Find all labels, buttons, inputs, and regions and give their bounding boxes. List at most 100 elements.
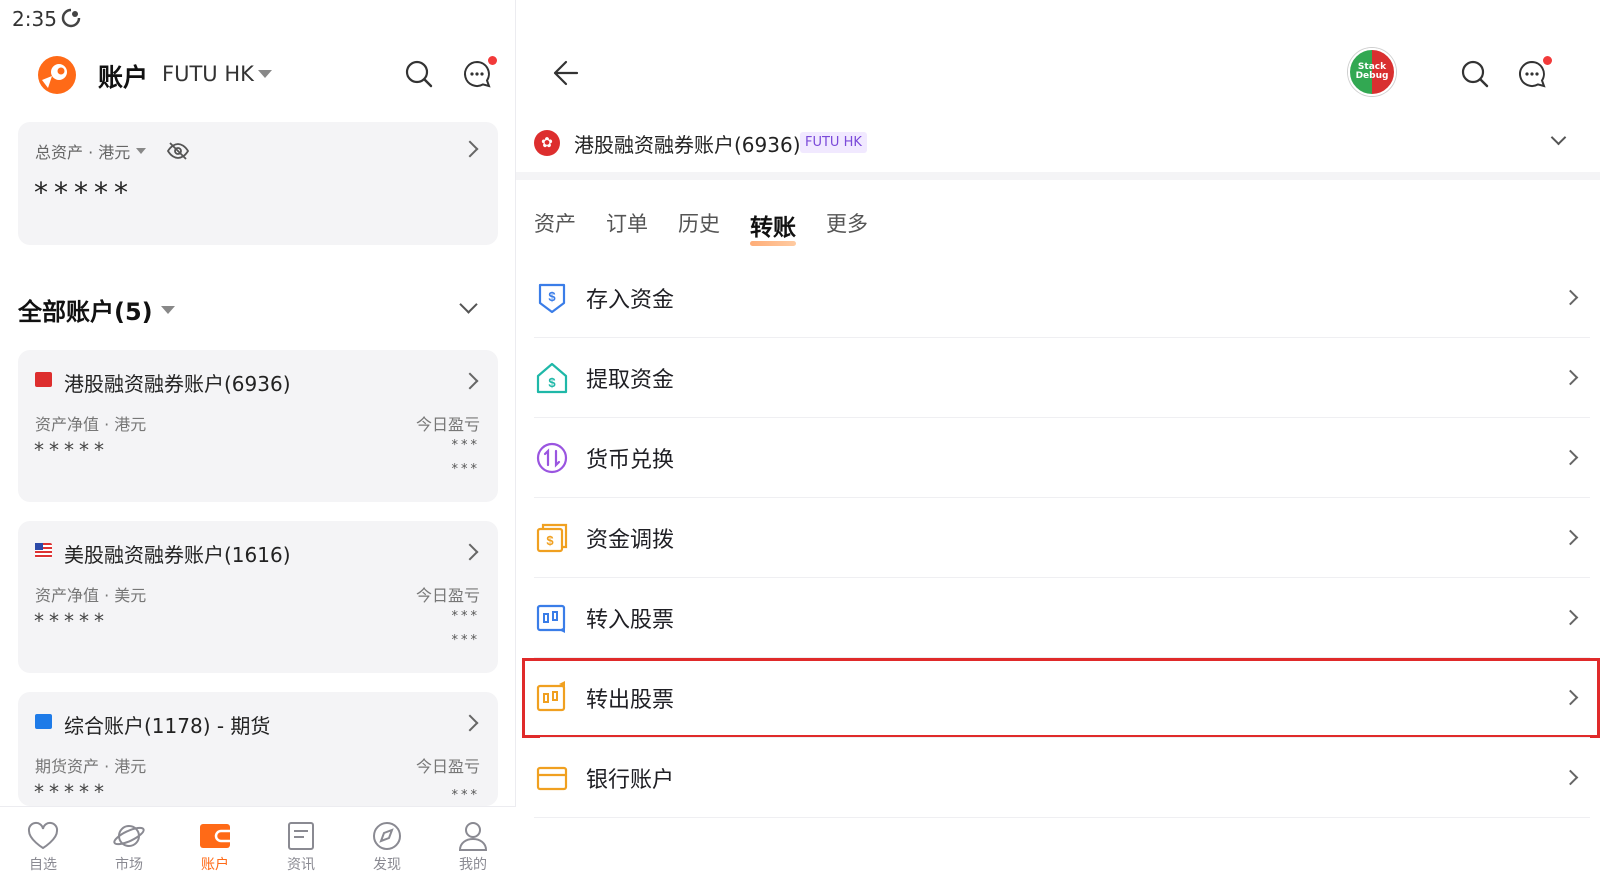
hide-eye-icon[interactable] [166,141,190,161]
menu-label: 银行账户 [586,768,675,793]
menu-label: 转出股票 [586,688,675,713]
menu-withdraw[interactable]: $ 提取资金 [516,338,1600,418]
today-pnl-label: 今日盈亏 [415,757,480,776]
compass-icon [373,822,401,850]
chevron-right-icon [1562,529,1579,546]
futures-assets-label: 期货资产 · 港元 [35,757,147,776]
chevron-right-icon [461,140,479,158]
account-card-hk[interactable]: 港股融资融券账户(6936) 资产净值 · 港元 今日盈亏 ***** *** … [18,350,498,502]
tab-history[interactable]: 历史 [678,208,720,250]
caret-down-icon [257,70,272,78]
nav-discover[interactable]: 发现 [344,807,430,896]
stack-debug-badge-icon[interactable]: Stack Debug [1348,48,1396,96]
search-button[interactable] [1457,56,1493,92]
heart-icon [27,821,59,850]
chevron-right-icon [1562,689,1579,706]
nav-markets[interactable]: 市场 [86,807,172,896]
tab-more[interactable]: 更多 [826,208,868,250]
today-pnl-value: *** [451,438,480,453]
search-button[interactable] [401,56,437,92]
nav-label: 发现 [373,857,401,873]
deposit-icon: $ [534,280,570,316]
transfer-in-icon [534,600,570,636]
messages-button[interactable] [459,56,497,92]
account-title: 港股融资融券账户(6936) [574,133,801,157]
account-card-us[interactable]: 美股融资融券账户(1616) 资产净值 · 美元 今日盈亏 ***** *** … [18,521,498,673]
menu-fund-transfer[interactable]: $ 资金调拨 [516,498,1600,578]
back-button[interactable] [548,56,580,92]
broker-tag: FUTU HK [800,132,867,153]
hk-flag-icon: ✿ [534,130,560,156]
nav-label: 市场 [115,857,143,873]
caret-down-icon [160,305,175,314]
chevron-right-icon [1562,449,1579,466]
menu-deposit[interactable]: $ 存入资金 [516,258,1600,338]
account-name: 港股融资融券账户(6936) [64,372,291,396]
broker-selector[interactable]: FUTU HK [162,62,272,86]
nav-account[interactable]: 账户 [172,807,258,896]
menu-label: 提取资金 [586,368,675,393]
today-pnl-ratio: *** [451,633,480,648]
tab-assets[interactable]: 资产 [534,208,576,250]
account-list-pane: 2:35 账户 FUTU HK 总资产 · 港元 ***** 全部账户(5) 港… [0,0,516,896]
planet-icon [113,825,145,847]
menu-transfer-in-stock[interactable]: 转入股票 [516,578,1600,658]
messages-button[interactable] [1514,56,1552,92]
search-icon [405,60,433,88]
chevron-down-icon [1550,129,1567,146]
transfer-out-icon [534,680,570,716]
transfer-detail-pane: Stack Debug ✿ 港股融资融券账户(6936) FUTU HK 资产 订… [516,0,1600,896]
menu-label: 存入资金 [586,288,675,313]
all-accounts-header[interactable]: 全部账户(5) [18,292,175,327]
section-divider [516,172,1600,180]
chevron-right-icon [1562,289,1579,306]
hk-flag-icon [35,372,52,387]
nav-me[interactable]: 我的 [430,807,516,896]
account-card-futures[interactable]: 综合账户(1178) - 期货 期货资产 · 港元 今日盈亏 ***** *** [18,692,498,806]
total-assets-card[interactable]: 总资产 · 港元 ***** [18,122,498,245]
net-assets-label: 资产净值 · 美元 [35,586,147,605]
user-icon [458,822,488,851]
tab-transfer[interactable]: 转账 [750,208,796,250]
chat-icon [1519,60,1546,88]
menu-label: 转入股票 [586,608,675,633]
chevron-right-icon [1562,769,1579,786]
nav-watchlist[interactable]: 自选 [0,807,86,896]
menu-label: 资金调拨 [586,528,675,553]
svg-text:$: $ [548,289,556,304]
net-assets-value: ***** [34,609,109,633]
today-pnl-value: *** [451,788,480,803]
wallet-icon [200,824,230,848]
news-icon [288,822,314,850]
menu-transfer-out-stock[interactable]: 转出股票 [522,658,1600,738]
page-title: 账户 [98,63,149,92]
net-assets-value: ***** [34,438,109,462]
exchange-icon [534,440,570,476]
chevron-right-icon [461,714,479,732]
us-flag-icon [35,543,52,558]
sync-status-icon [60,7,82,33]
unread-dot [1543,56,1552,65]
fund-transfer-icon: $ [534,520,570,556]
menu-currency-exchange[interactable]: 货币兑换 [516,418,1600,498]
menu-label: 货币兑换 [586,448,675,473]
today-pnl-label: 今日盈亏 [415,586,480,605]
bottom-navigation: 自选 市场 账户 资讯 发现 我的 [0,806,516,896]
arrow-left-icon [553,60,579,86]
expand-chevron-icon[interactable] [459,295,478,314]
futu-logo-icon [36,54,78,100]
search-icon [1461,60,1489,88]
net-assets-label: 资产净值 · 港元 [35,415,147,434]
account-switcher[interactable]: ✿ 港股融资融券账户(6936) FUTU HK [534,124,1574,164]
withdraw-icon: $ [534,360,570,396]
currency-caret-icon[interactable] [136,148,147,154]
unread-dot [488,56,497,65]
chevron-right-icon [1562,609,1579,626]
nav-news[interactable]: 资讯 [258,807,344,896]
menu-bank-account[interactable]: 银行账户 [516,738,1600,818]
tab-orders[interactable]: 订单 [606,208,648,250]
total-assets-label: 总资产 · 港元 [35,143,131,162]
account-name: 美股融资融券账户(1616) [64,543,291,567]
nav-label: 账户 [201,857,229,873]
chevron-right-icon [461,372,479,390]
